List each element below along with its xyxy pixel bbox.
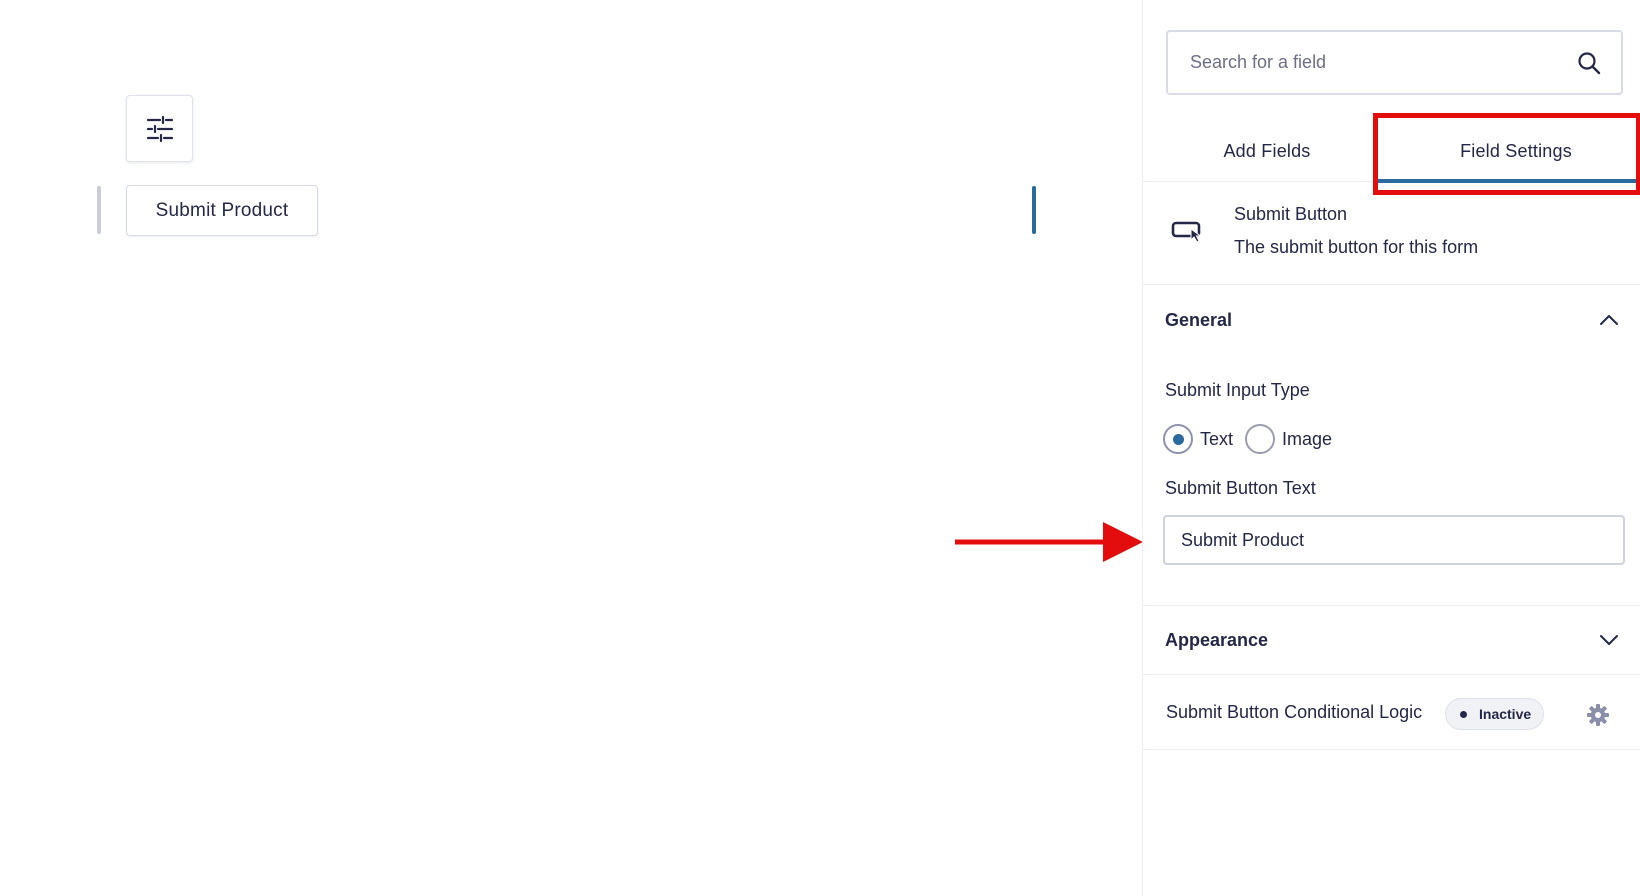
submit-input-type-label: Submit Input Type [1165,380,1310,400]
radio-selected-dot [1172,433,1184,445]
status-dot-icon [1460,710,1467,718]
annotation-arrow-icon [955,522,1143,562]
field-search [1166,30,1623,95]
search-icon[interactable] [1577,51,1601,75]
tab-add-fields-label: Add Fields [1223,140,1311,161]
field-title: Submit Button [1234,204,1348,224]
status-badge-text: Inactive [1479,706,1532,722]
conditional-logic-row: Submit Button Conditional Logic Inactive [1143,676,1640,750]
submit-button-preview[interactable]: Submit Product [126,185,318,236]
conditional-logic-label: Submit Button Conditional Logic [1166,702,1423,722]
general-section-title: General [1165,309,1233,330]
status-badge: Inactive [1445,698,1545,730]
radio-text[interactable] [1163,424,1193,454]
tab-add-fields[interactable]: Add Fields [1143,120,1391,182]
chevron-up-icon[interactable] [1599,314,1619,326]
search-input[interactable] [1190,52,1577,73]
submit-input-type-radio-group: Text Image [1163,424,1344,454]
field-drag-handle[interactable] [97,186,101,234]
chevron-down-icon[interactable] [1599,634,1619,646]
submit-button-icon [1171,220,1205,244]
radio-text-label[interactable]: Text [1200,429,1233,450]
general-section-header[interactable]: General [1143,285,1640,355]
field-settings-sidebar: Add Fields Field Settings Submit Button … [1142,0,1640,896]
appearance-section-title: Appearance [1165,629,1269,650]
submit-button-text-label: Submit Button Text [1165,478,1316,498]
sliders-icon-svg [146,115,173,142]
gear-icon[interactable] [1585,702,1611,728]
sliders-icon[interactable] [126,95,193,162]
field-resize-handle[interactable] [1032,186,1036,234]
field-description: The submit button for this form [1234,237,1479,257]
field-info-header: Submit Button The submit button for this… [1143,182,1640,285]
appearance-section-header[interactable]: Appearance [1143,605,1640,675]
form-canvas: Submit Product [0,0,1143,896]
submit-button-text-input[interactable] [1163,515,1625,565]
radio-image[interactable] [1245,424,1276,454]
radio-image-label[interactable]: Image [1282,429,1332,450]
